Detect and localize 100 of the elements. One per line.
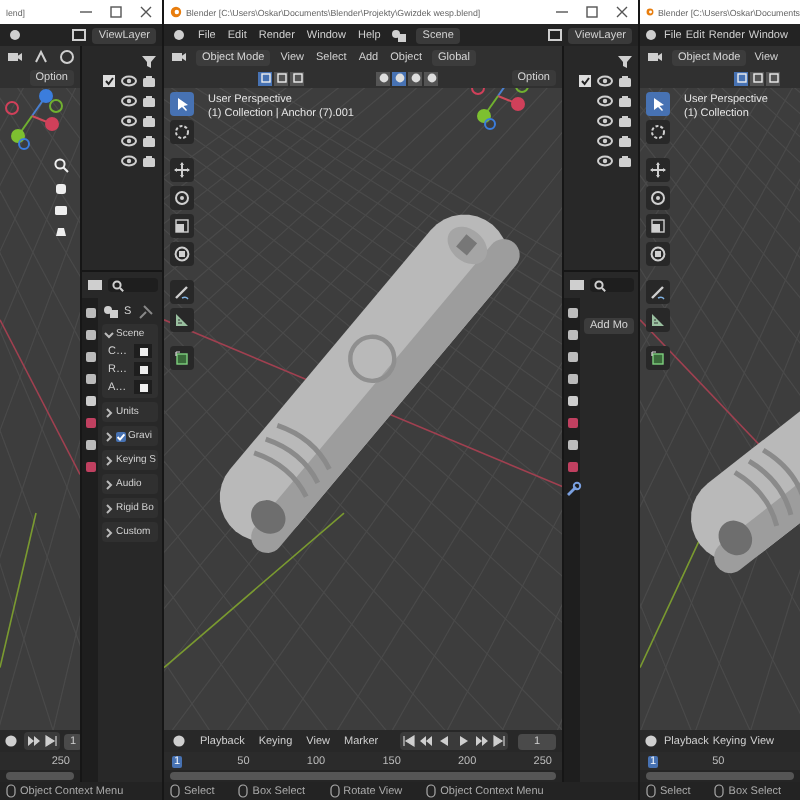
layers-icon[interactable] bbox=[546, 26, 565, 44]
shading-button[interactable] bbox=[424, 71, 439, 85]
checkmark-icon bbox=[116, 431, 126, 441]
mouse-icon bbox=[6, 784, 16, 798]
search-icon bbox=[112, 279, 124, 291]
scale-icon bbox=[172, 216, 192, 236]
mouse-icon bbox=[170, 784, 180, 798]
search-field[interactable] bbox=[590, 278, 634, 292]
pencil-tool-button[interactable] bbox=[170, 280, 194, 304]
eye-icon[interactable] bbox=[596, 132, 614, 150]
select-tool-button[interactable] bbox=[170, 92, 194, 116]
ruler-tool-button[interactable] bbox=[646, 308, 670, 332]
collapsed-icon bbox=[104, 479, 114, 489]
square-icon bbox=[751, 72, 763, 84]
square-icon bbox=[767, 72, 779, 84]
expanded-icon bbox=[104, 329, 114, 339]
collapsed-icon bbox=[104, 455, 114, 465]
zoom-icon[interactable] bbox=[52, 156, 70, 174]
select-icon bbox=[648, 94, 668, 114]
collapsed-icon bbox=[104, 407, 114, 417]
cube-icon bbox=[648, 348, 668, 368]
scale-tool-button[interactable] bbox=[170, 214, 194, 238]
eye-icon[interactable] bbox=[596, 92, 614, 110]
select-icon bbox=[172, 94, 192, 114]
scale-tool-button[interactable] bbox=[646, 214, 670, 238]
ruler-tool-button[interactable] bbox=[170, 308, 194, 332]
rotate-tool-button[interactable] bbox=[170, 186, 194, 210]
square-icon bbox=[735, 72, 747, 84]
eye-icon[interactable] bbox=[596, 72, 614, 90]
rotate-icon bbox=[172, 188, 192, 208]
mouse-icon bbox=[714, 784, 725, 798]
mouse-icon bbox=[646, 784, 656, 798]
eye-icon[interactable] bbox=[120, 72, 138, 90]
pencil-tool-button[interactable] bbox=[646, 280, 670, 304]
select-mode-button[interactable] bbox=[766, 71, 780, 85]
maximize-icon[interactable] bbox=[580, 2, 604, 22]
select-mode-button[interactable] bbox=[258, 71, 272, 85]
cube-icon bbox=[172, 348, 192, 368]
pencil-icon bbox=[648, 282, 668, 302]
select-mode-button[interactable] bbox=[274, 71, 288, 85]
mouse-icon bbox=[238, 784, 249, 798]
select-tool-button[interactable] bbox=[646, 92, 670, 116]
eye-icon[interactable] bbox=[596, 112, 614, 130]
move-tool-button[interactable] bbox=[170, 158, 194, 182]
cursor-tool-button[interactable] bbox=[646, 120, 670, 144]
square-icon bbox=[275, 72, 287, 84]
editor-type-icon[interactable] bbox=[170, 48, 188, 66]
rotate-icon bbox=[648, 188, 668, 208]
eye-icon[interactable] bbox=[120, 112, 138, 130]
transform-icon bbox=[172, 244, 192, 264]
search-field[interactable] bbox=[108, 278, 158, 292]
ruler-icon bbox=[172, 310, 192, 330]
scrollbar[interactable] bbox=[170, 772, 556, 780]
checkbox-icon[interactable] bbox=[100, 72, 118, 90]
eye-icon[interactable] bbox=[120, 152, 138, 170]
collapsed-icon bbox=[104, 431, 114, 441]
eye-icon[interactable] bbox=[120, 132, 138, 150]
maximize-icon[interactable] bbox=[104, 2, 128, 22]
transform-tool-button[interactable] bbox=[170, 242, 194, 266]
transform-tool-button[interactable] bbox=[646, 242, 670, 266]
cursor-icon bbox=[648, 122, 668, 142]
mouse-icon bbox=[329, 784, 340, 798]
mouse-icon bbox=[426, 784, 437, 798]
shading-button[interactable] bbox=[408, 71, 423, 85]
filter-icon[interactable] bbox=[616, 52, 634, 70]
select-mode-button[interactable] bbox=[290, 71, 304, 85]
cube-tool-button[interactable] bbox=[170, 346, 194, 370]
move-tool-button[interactable] bbox=[646, 158, 670, 182]
checkbox-icon[interactable] bbox=[576, 72, 594, 90]
square-icon bbox=[137, 381, 149, 393]
move-icon bbox=[172, 160, 192, 180]
select-mode-button[interactable] bbox=[750, 71, 764, 85]
rotate-tool-button[interactable] bbox=[646, 186, 670, 210]
cursor-tool-button[interactable] bbox=[170, 120, 194, 144]
checkbox[interactable] bbox=[116, 431, 126, 441]
editor-type-icon[interactable] bbox=[646, 48, 664, 66]
editor-type-icon[interactable] bbox=[6, 48, 24, 66]
square-icon bbox=[259, 72, 271, 84]
collapsed-icon bbox=[104, 527, 114, 537]
square-icon bbox=[137, 363, 149, 375]
wrench-icon[interactable] bbox=[563, 480, 581, 498]
collapsed-icon bbox=[104, 503, 114, 513]
scrollbar[interactable] bbox=[6, 772, 74, 780]
scrollbar[interactable] bbox=[646, 772, 794, 780]
square-icon bbox=[137, 345, 149, 357]
select-mode-button[interactable] bbox=[734, 71, 748, 85]
editor-type-icon[interactable] bbox=[86, 276, 104, 294]
editor-type-icon[interactable] bbox=[568, 276, 586, 294]
scale-icon bbox=[648, 216, 668, 236]
transform-icon bbox=[648, 244, 668, 264]
shading-button[interactable] bbox=[376, 71, 391, 85]
eye-icon[interactable] bbox=[596, 152, 614, 170]
cube-tool-button[interactable] bbox=[646, 346, 670, 370]
square-icon bbox=[291, 72, 303, 84]
filter-icon[interactable] bbox=[140, 52, 158, 70]
move-icon bbox=[648, 160, 668, 180]
cursor-icon bbox=[172, 122, 192, 142]
shading-button[interactable] bbox=[392, 71, 407, 85]
layers-icon[interactable] bbox=[70, 26, 89, 44]
eye-icon[interactable] bbox=[120, 92, 138, 110]
